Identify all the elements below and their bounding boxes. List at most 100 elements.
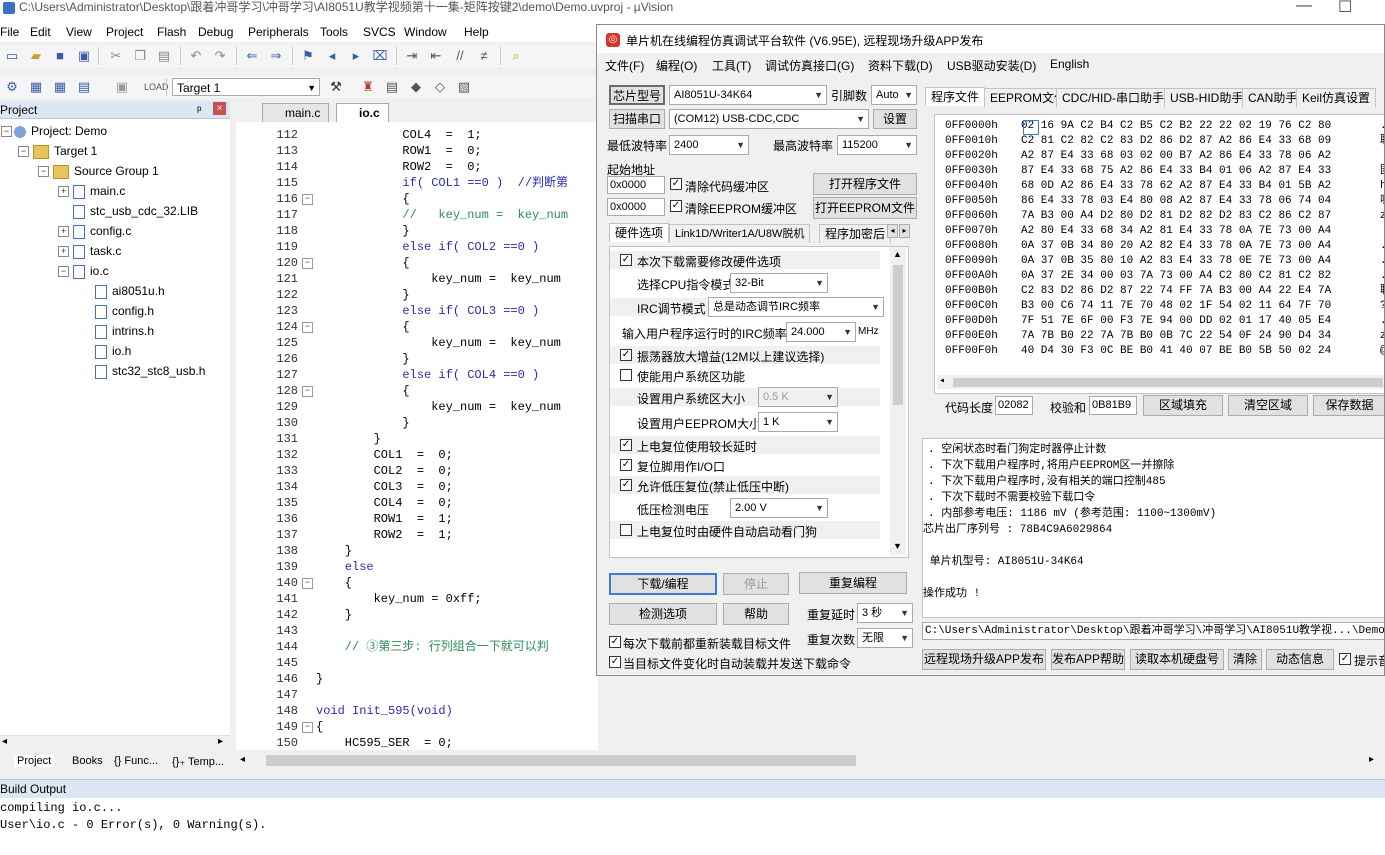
dynamic-info-button[interactable]: 动态信息 xyxy=(1266,649,1334,670)
options-scrollbar[interactable]: ▲ ▼ xyxy=(890,247,906,555)
menu-project[interactable]: Project xyxy=(106,25,143,39)
fill-area-button[interactable]: 区域填充 xyxy=(1143,395,1223,416)
reset-pin-io-checkbox[interactable]: ✓ xyxy=(620,459,632,471)
menu-tools[interactable]: Tools xyxy=(320,25,348,39)
clear-bookmarks-icon[interactable]: ⌧ xyxy=(372,48,388,64)
tree-item-project[interactable]: Project: Demo xyxy=(14,121,107,141)
repeat-count-select[interactable]: 无限 ▼ xyxy=(857,628,913,648)
nav-back-icon[interactable]: ⇐ xyxy=(244,48,260,64)
rte-icon[interactable]: ◇ xyxy=(432,79,448,95)
open-eeprom-file-button[interactable]: 打开EEPROM文件 xyxy=(813,197,917,219)
repeat-delay-select[interactable]: 3 秒 ▼ xyxy=(857,603,913,623)
clear-code-buffer-checkbox[interactable]: ✓ xyxy=(670,178,682,190)
isp-menu-debug[interactable]: 调试仿真接口(G) xyxy=(765,57,854,74)
tree-item-main-c[interactable]: main.c xyxy=(73,181,125,201)
menu-svcs[interactable]: SVCS xyxy=(363,25,396,39)
project-hscrollbar[interactable]: ◂ ▸ xyxy=(0,735,230,750)
tab-io-c[interactable]: io.c xyxy=(336,103,389,122)
manage-components-icon[interactable]: ♜ xyxy=(360,79,376,95)
fold-toggle-icon[interactable]: − xyxy=(302,322,313,333)
osc-gain-checkbox[interactable]: ✓ xyxy=(620,349,632,361)
target-select[interactable]: Target 1 ▼ xyxy=(172,78,320,96)
irc-mode-select[interactable]: 总是动态调节IRC频率 ▼ xyxy=(708,297,884,317)
manage-project-items-icon[interactable]: ▤ xyxy=(384,79,400,95)
tab-hardware-options[interactable]: 硬件选项 xyxy=(609,223,670,242)
clear-log-button[interactable]: 清除 xyxy=(1228,649,1262,670)
tree-item-config-h[interactable]: config.h xyxy=(95,301,154,321)
hex-hscrollbar[interactable]: ◂ xyxy=(937,375,1384,389)
scroll-thumb[interactable] xyxy=(266,755,856,766)
code-editor[interactable]: 112 COL4 = 1; 113 ROW1 = 0; 114 ROW2 = 0; 1… xyxy=(236,122,598,750)
user-system-area-checkbox[interactable] xyxy=(620,369,632,381)
minimize-button[interactable]: — xyxy=(1296,0,1312,15)
save-icon[interactable]: ■ xyxy=(52,48,68,64)
find-in-files-icon[interactable]: ⌕ xyxy=(508,48,524,64)
pin-icon[interactable]: ᵖ xyxy=(197,103,202,117)
menu-peripherals[interactable]: Peripherals xyxy=(248,25,309,39)
hex-file-path[interactable]: C:\Users\Administrator\Desktop\跟着冲哥学习\冲哥… xyxy=(922,622,1384,640)
modify-hw-options-checkbox[interactable]: ✓ xyxy=(620,254,632,266)
batch-build-icon[interactable]: ▤ xyxy=(76,79,92,95)
paste-icon[interactable]: ▤ xyxy=(156,48,172,64)
tab-offline-writer[interactable]: Link1D/Writer1A/U8W脱机 xyxy=(669,224,811,243)
scan-port-button[interactable]: 扫描串口 xyxy=(609,109,665,129)
maximize-button[interactable]: ☐ xyxy=(1338,0,1352,17)
download-icon[interactable]: LOAD xyxy=(144,79,169,95)
tree-item-task-c[interactable]: task.c xyxy=(73,241,121,261)
remote-upgrade-button[interactable]: 远程现场升级APP发布 xyxy=(922,649,1046,670)
fold-toggle-icon[interactable]: − xyxy=(302,258,313,269)
open-program-file-button[interactable]: 打开程序文件 xyxy=(813,173,917,195)
tree-item-target[interactable]: Target 1 xyxy=(33,141,97,161)
unindent-icon[interactable]: ⇤ xyxy=(428,48,444,64)
port-select[interactable]: (COM12) USB-CDC,CDC ▼ xyxy=(669,109,869,129)
fold-toggle-icon[interactable]: − xyxy=(302,194,313,205)
detect-options-button[interactable]: 检测选项 xyxy=(609,603,717,625)
cut-icon[interactable]: ✂ xyxy=(108,48,124,64)
stop-build-icon[interactable]: ▣ xyxy=(114,79,130,95)
isp-menu-program[interactable]: 编程(O) xyxy=(656,57,697,74)
tree-item-intrins-h[interactable]: intrins.h xyxy=(95,321,154,341)
eeprom-start-address[interactable]: 0x0000 xyxy=(607,198,665,216)
menu-debug[interactable]: Debug xyxy=(198,25,233,39)
menu-edit[interactable]: Edit xyxy=(30,25,51,39)
scroll-left-icon[interactable]: ◂ xyxy=(939,375,945,387)
hw-watchdog-checkbox[interactable] xyxy=(620,524,632,536)
indent-icon[interactable]: ⇥ xyxy=(404,48,420,64)
scroll-right-icon[interactable]: ▸ xyxy=(1369,754,1374,765)
tree-item-lib[interactable]: stc_usb_cdc_32.LIB xyxy=(73,201,198,221)
fold-toggle-icon[interactable]: − xyxy=(302,578,313,589)
close-icon[interactable]: × xyxy=(213,102,226,115)
min-baud-select[interactable]: 2400 ▼ xyxy=(669,135,749,155)
pin-count-select[interactable]: Auto ▼ xyxy=(871,85,917,105)
copy-icon[interactable]: ❐ xyxy=(132,48,148,64)
tab-program-file[interactable]: 程序文件 xyxy=(925,87,986,106)
save-all-icon[interactable]: ▣ xyxy=(76,48,92,64)
help-button[interactable]: 帮助 xyxy=(723,603,789,625)
cpu-mode-select[interactable]: 32-Bit ▼ xyxy=(730,273,828,293)
scroll-left-icon[interactable]: ◂ xyxy=(240,754,245,765)
download-program-button[interactable]: 下载/编程 xyxy=(609,573,717,595)
tab-can[interactable]: CAN助手 xyxy=(1242,88,1304,107)
eeprom-size-select[interactable]: 1 K ▼ xyxy=(758,412,838,432)
isp-menu-docs[interactable]: 资料下载(D) xyxy=(868,57,933,74)
open-file-icon[interactable]: ▰ xyxy=(28,48,44,64)
hex-view[interactable]: 0FF0000h 02 16 9A C2 B4 C2 B5 C2 B2 22 22… xyxy=(934,114,1384,394)
scroll-right-icon[interactable]: ▸ xyxy=(218,736,223,747)
app-help-button[interactable]: 发布APP帮助 xyxy=(1051,649,1125,670)
auto-load-checkbox[interactable]: ✓ xyxy=(609,656,621,668)
clear-area-button[interactable]: 清空区域 xyxy=(1228,395,1308,416)
isp-menu-tools[interactable]: 工具(T) xyxy=(712,57,751,74)
reprogram-button[interactable]: 重复编程 xyxy=(799,572,907,594)
tab-serial-assistant[interactable]: CDC/HID-串口助手 xyxy=(1056,88,1170,107)
prev-bookmark-icon[interactable]: ◂ xyxy=(324,48,340,64)
comment-icon[interactable]: // xyxy=(452,48,468,64)
uncomment-icon[interactable]: ≠ xyxy=(476,48,492,64)
collapse-toggle-io-c[interactable]: − xyxy=(58,266,69,277)
tab-scroll-left-icon[interactable]: ◂ xyxy=(887,224,898,238)
scroll-down-icon[interactable]: ▼ xyxy=(893,541,902,551)
redo-icon[interactable]: ↷ xyxy=(212,48,228,64)
build-icon[interactable]: ▦ xyxy=(28,79,44,95)
settings-button[interactable]: 设置 xyxy=(873,109,917,129)
tree-item-io-c[interactable]: io.c xyxy=(73,261,109,281)
tree-item-source-group[interactable]: Source Group 1 xyxy=(53,161,159,181)
